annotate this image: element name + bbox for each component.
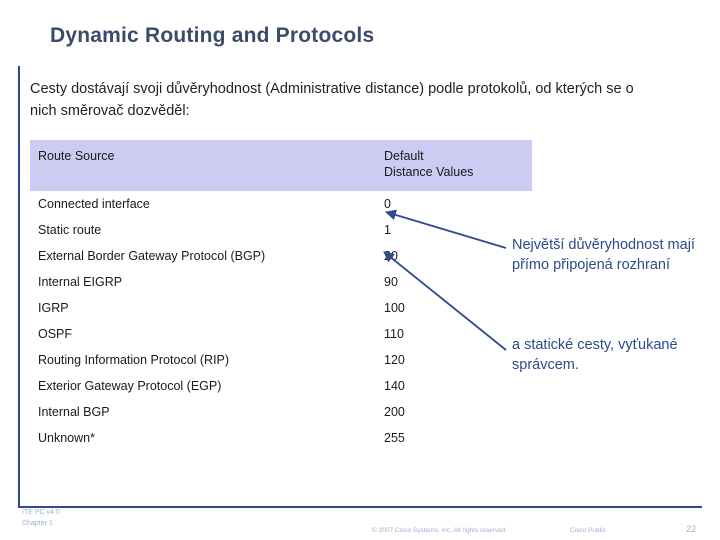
footer-classification: Cisco Public	[570, 527, 606, 534]
cell-route-source: Exterior Gateway Protocol (EGP)	[38, 379, 222, 394]
cell-route-source: Unknown*	[38, 431, 95, 446]
column-header-default-distance: Default Distance Values	[376, 140, 532, 192]
cell-route-source: IGRP	[38, 301, 69, 316]
callout-note-secondary: a statické cesty, vyťukané správcem.	[512, 337, 678, 373]
table-row: Routing Information Protocol (RIP) 120	[30, 347, 532, 373]
cell-distance-value: 0	[384, 197, 391, 212]
intro-paragraph: Cesty dostávají svoji důvěryhodnost (Adm…	[30, 81, 634, 120]
cell-distance-value: 200	[384, 405, 405, 420]
table-row: Connected interface 0	[30, 191, 532, 217]
footer-course-line1: ITE PC v4.0	[22, 509, 60, 516]
cell-distance-value: 110	[384, 327, 404, 342]
footer-page-number: 22	[686, 524, 697, 534]
cell-route-source: External Border Gateway Protocol (BGP)	[38, 249, 266, 264]
table-row: Unknown* 255	[30, 425, 532, 451]
table-row: Static route 1	[30, 217, 532, 243]
cell-distance-value: 120	[384, 353, 405, 368]
column-header-line1: Default	[384, 149, 424, 163]
table-row: Internal EIGRP 90	[30, 269, 532, 295]
footer-course-line2: Chapter 1	[22, 519, 53, 527]
route-source-table: Route Source Default Distance Values Con…	[30, 140, 532, 451]
cell-distance-value: 255	[384, 431, 405, 446]
cell-distance-value: 20	[384, 249, 398, 264]
table-row: OSPF 110	[30, 321, 532, 347]
page-title: Dynamic Routing and Protocols	[50, 24, 375, 47]
table-row: Internal BGP 200	[30, 399, 532, 425]
footer-copyright: © 2007 Cisco Systems, Inc. All rights re…	[372, 527, 508, 534]
cell-route-source: OSPF	[38, 327, 73, 342]
table-row: IGRP 100	[30, 295, 532, 321]
cell-distance-value: 100	[384, 301, 405, 316]
cell-distance-value: 1	[384, 223, 391, 238]
table-row: Exterior Gateway Protocol (EGP) 140	[30, 373, 532, 399]
callout-note-primary: Největší důvěryhodnost mají přímo připoj…	[512, 237, 695, 273]
column-header-route-source: Route Source	[30, 140, 376, 192]
table-row: External Border Gateway Protocol (BGP) 2…	[30, 243, 532, 269]
table-header-row: Route Source Default Distance Values	[30, 140, 532, 192]
cell-route-source: Static route	[38, 223, 102, 238]
cell-distance-value: 90	[384, 275, 398, 290]
cell-route-source: Internal BGP	[38, 405, 110, 420]
footer-course-info: ITE PC v4.0 Chapter 1	[22, 508, 60, 529]
cell-route-source: Connected interface	[38, 197, 150, 212]
slide: Dynamic Routing and Protocols Cesty dost…	[0, 0, 720, 540]
column-header-line2: Distance Values	[384, 164, 474, 179]
cell-route-source: Routing Information Protocol (RIP)	[38, 353, 230, 368]
cell-route-source: Internal EIGRP	[38, 275, 123, 290]
cell-distance-value: 140	[384, 379, 405, 394]
